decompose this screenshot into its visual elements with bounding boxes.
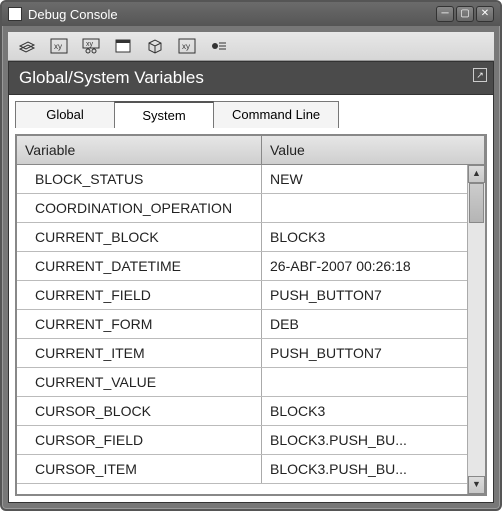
tab-bar: Global System Command Line: [8, 94, 494, 128]
grid-header: Variable Value: [17, 136, 485, 165]
cell-variable: CURRENT_DATETIME: [17, 252, 262, 280]
scroll-up-button[interactable]: ▲: [468, 165, 485, 183]
tab-system[interactable]: System: [114, 101, 214, 128]
cell-variable: CURSOR_BLOCK: [17, 397, 262, 425]
toolbar: xy xy xy: [8, 32, 494, 61]
cell-variable: CURSOR_ITEM: [17, 455, 262, 483]
panel-maximize-icon[interactable]: ↗: [473, 68, 487, 82]
table-row[interactable]: CURSOR_FIELDBLOCK3.PUSH_BU...: [17, 426, 485, 455]
cell-value: BLOCK3: [262, 397, 485, 425]
variables-grid: Variable Value BLOCK_STATUSNEWCOORDINATI…: [15, 134, 487, 496]
table-row[interactable]: CURRENT_DATETIME26-АВГ-2007 00:26:18: [17, 252, 485, 281]
package-icon[interactable]: [144, 36, 166, 56]
cell-value: BLOCK3.PUSH_BU...: [262, 426, 485, 454]
window-title: Debug Console: [28, 7, 436, 22]
panel-header: Global/System Variables ↗: [8, 61, 494, 94]
svg-text:xy: xy: [54, 42, 62, 51]
tab-label: Command Line: [232, 107, 320, 122]
titlebar[interactable]: Debug Console ─ ▢ ✕: [2, 2, 500, 26]
table-row[interactable]: CURSOR_BLOCKBLOCK3: [17, 397, 485, 426]
cell-variable: CURRENT_FORM: [17, 310, 262, 338]
cell-value: 26-АВГ-2007 00:26:18: [262, 252, 485, 280]
tab-label: System: [142, 108, 185, 123]
debug-console-window: Debug Console ─ ▢ ✕ xy xy xy Global/Sy: [0, 0, 502, 511]
table-row[interactable]: CURRENT_FIELDPUSH_BUTTON7: [17, 281, 485, 310]
stack-icon[interactable]: [16, 36, 38, 56]
scroll-down-button[interactable]: ▼: [468, 476, 485, 494]
table-row[interactable]: CURRENT_BLOCKBLOCK3: [17, 223, 485, 252]
table-row[interactable]: CURRENT_ITEMPUSH_BUTTON7: [17, 339, 485, 368]
cell-value: PUSH_BUTTON7: [262, 339, 485, 367]
cell-variable: CURSOR_FIELD: [17, 426, 262, 454]
minimize-button[interactable]: ─: [436, 6, 454, 22]
vertical-scrollbar[interactable]: ▲ ▼: [467, 165, 485, 494]
maximize-button[interactable]: ▢: [456, 6, 474, 22]
cell-value: DEB: [262, 310, 485, 338]
cell-value: PUSH_BUTTON7: [262, 281, 485, 309]
table-container: Variable Value BLOCK_STATUSNEWCOORDINATI…: [8, 128, 494, 503]
grid-body: BLOCK_STATUSNEWCOORDINATION_OPERATIONCUR…: [17, 165, 485, 494]
table-row[interactable]: CURRENT_FORMDEB: [17, 310, 485, 339]
table-row[interactable]: COORDINATION_OPERATION: [17, 194, 485, 223]
table-row[interactable]: BLOCK_STATUSNEW: [17, 165, 485, 194]
col-header-value[interactable]: Value: [262, 136, 485, 164]
window-icon[interactable]: [112, 36, 134, 56]
cell-value: [262, 368, 485, 396]
scroll-thumb[interactable]: [469, 183, 484, 223]
svg-text:xy: xy: [182, 42, 190, 51]
col-header-variable[interactable]: Variable: [17, 136, 262, 164]
cell-variable: CURRENT_VALUE: [17, 368, 262, 396]
xy-icon[interactable]: xy: [48, 36, 70, 56]
cell-variable: CURRENT_ITEM: [17, 339, 262, 367]
table-row[interactable]: CURRENT_VALUE: [17, 368, 485, 397]
cell-variable: CURRENT_BLOCK: [17, 223, 262, 251]
breakpoint-icon[interactable]: [208, 36, 230, 56]
scroll-track[interactable]: [468, 183, 485, 476]
panel-title: Global/System Variables: [19, 68, 204, 88]
tab-label: Global: [46, 107, 84, 122]
cell-value: BLOCK3.PUSH_BU...: [262, 455, 485, 483]
cell-variable: COORDINATION_OPERATION: [17, 194, 262, 222]
svg-text:xy: xy: [86, 41, 94, 48]
table-row[interactable]: CURSOR_ITEMBLOCK3.PUSH_BU...: [17, 455, 485, 484]
xy-box-icon[interactable]: xy: [176, 36, 198, 56]
cell-value: [262, 194, 485, 222]
app-icon: [8, 7, 22, 21]
tab-global[interactable]: Global: [15, 101, 115, 128]
xy-glasses-icon[interactable]: xy: [80, 36, 102, 56]
cell-value: BLOCK3: [262, 223, 485, 251]
tab-command-line[interactable]: Command Line: [213, 101, 339, 128]
cell-value: NEW: [262, 165, 485, 193]
close-button[interactable]: ✕: [476, 6, 494, 22]
cell-variable: CURRENT_FIELD: [17, 281, 262, 309]
cell-variable: BLOCK_STATUS: [17, 165, 262, 193]
